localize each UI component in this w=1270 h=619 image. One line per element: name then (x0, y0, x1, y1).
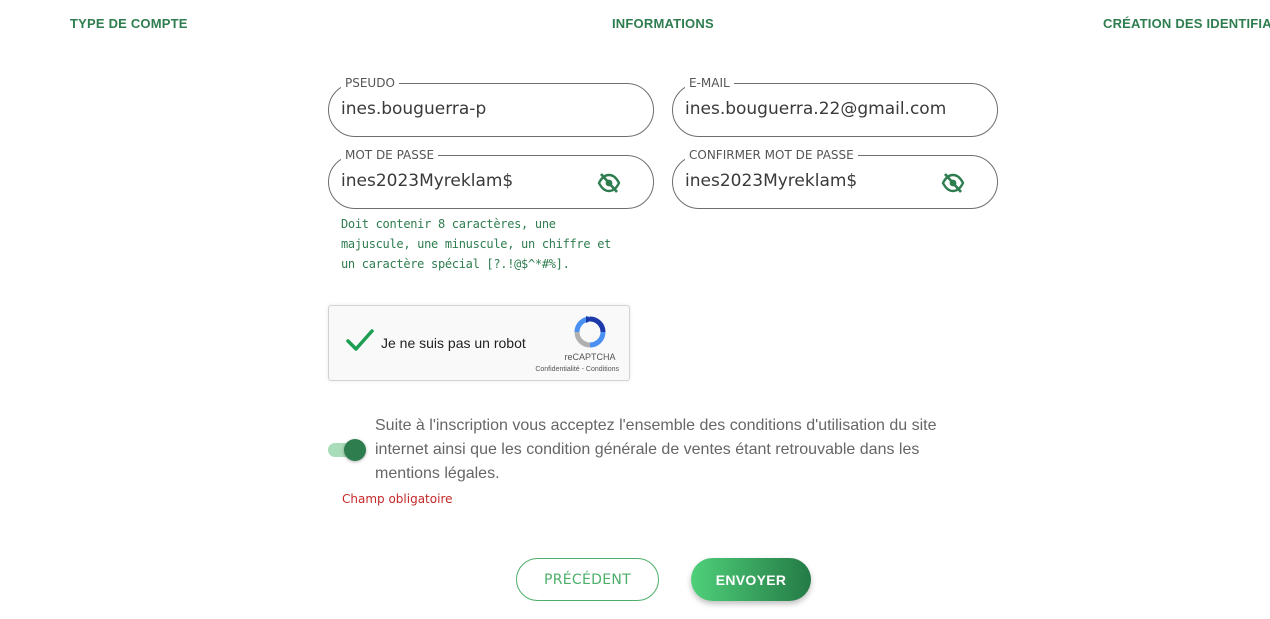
email-input[interactable]: ines.bouguerra.22@gmail.com (685, 99, 946, 119)
step-information[interactable]: INFORMATIONS (612, 16, 714, 31)
eye-off-icon[interactable] (941, 173, 965, 193)
previous-button[interactable]: PRÉCÉDENT (516, 558, 659, 601)
required-error: Champ obligatoire (342, 492, 453, 506)
pseudo-field[interactable]: PSEUDO ines.bouguerra-p (328, 76, 654, 137)
captcha-label: Je ne suis pas un robot (381, 335, 526, 351)
password-input[interactable]: ines2023Myreklam$ (341, 171, 513, 191)
confirm-password-label: CONFIRMER MOT DE PASSE (685, 148, 858, 162)
confirm-password-field[interactable]: CONFIRMER MOT DE PASSE ines2023Myreklam$ (672, 148, 998, 209)
pseudo-label: PSEUDO (341, 76, 399, 90)
recaptcha-links[interactable]: Confidentialité - Conditions (519, 366, 619, 373)
terms-text: Suite à l'inscription vous acceptez l'en… (375, 417, 937, 482)
step-credentials[interactable]: CRÉATION DES IDENTIFIA (1103, 16, 1270, 31)
password-label: MOT DE PASSE (341, 148, 439, 162)
recaptcha-widget[interactable]: Je ne suis pas un robot reCAPTCHA Confid… (328, 305, 630, 381)
recaptcha-brand: reCAPTCHA (564, 352, 616, 362)
password-hint: Doit contenir 8 caractères, une majuscul… (341, 217, 612, 271)
step-account-type[interactable]: TYPE DE COMPTE (70, 16, 188, 31)
submit-button[interactable]: ENVOYER (691, 558, 811, 601)
email-field[interactable]: E-MAIL ines.bouguerra.22@gmail.com (672, 76, 998, 137)
toggle-knob[interactable] (344, 439, 366, 461)
password-field[interactable]: MOT DE PASSE ines2023Myreklam$ (328, 148, 654, 209)
eye-off-icon[interactable] (597, 173, 621, 193)
recaptcha-logo-icon (574, 316, 606, 348)
checkmark-icon[interactable] (345, 328, 375, 354)
confirm-password-input[interactable]: ines2023Myreklam$ (685, 171, 857, 191)
pseudo-input[interactable]: ines.bouguerra-p (341, 99, 486, 119)
terms-toggle[interactable] (328, 438, 368, 462)
email-label: E-MAIL (685, 76, 734, 90)
